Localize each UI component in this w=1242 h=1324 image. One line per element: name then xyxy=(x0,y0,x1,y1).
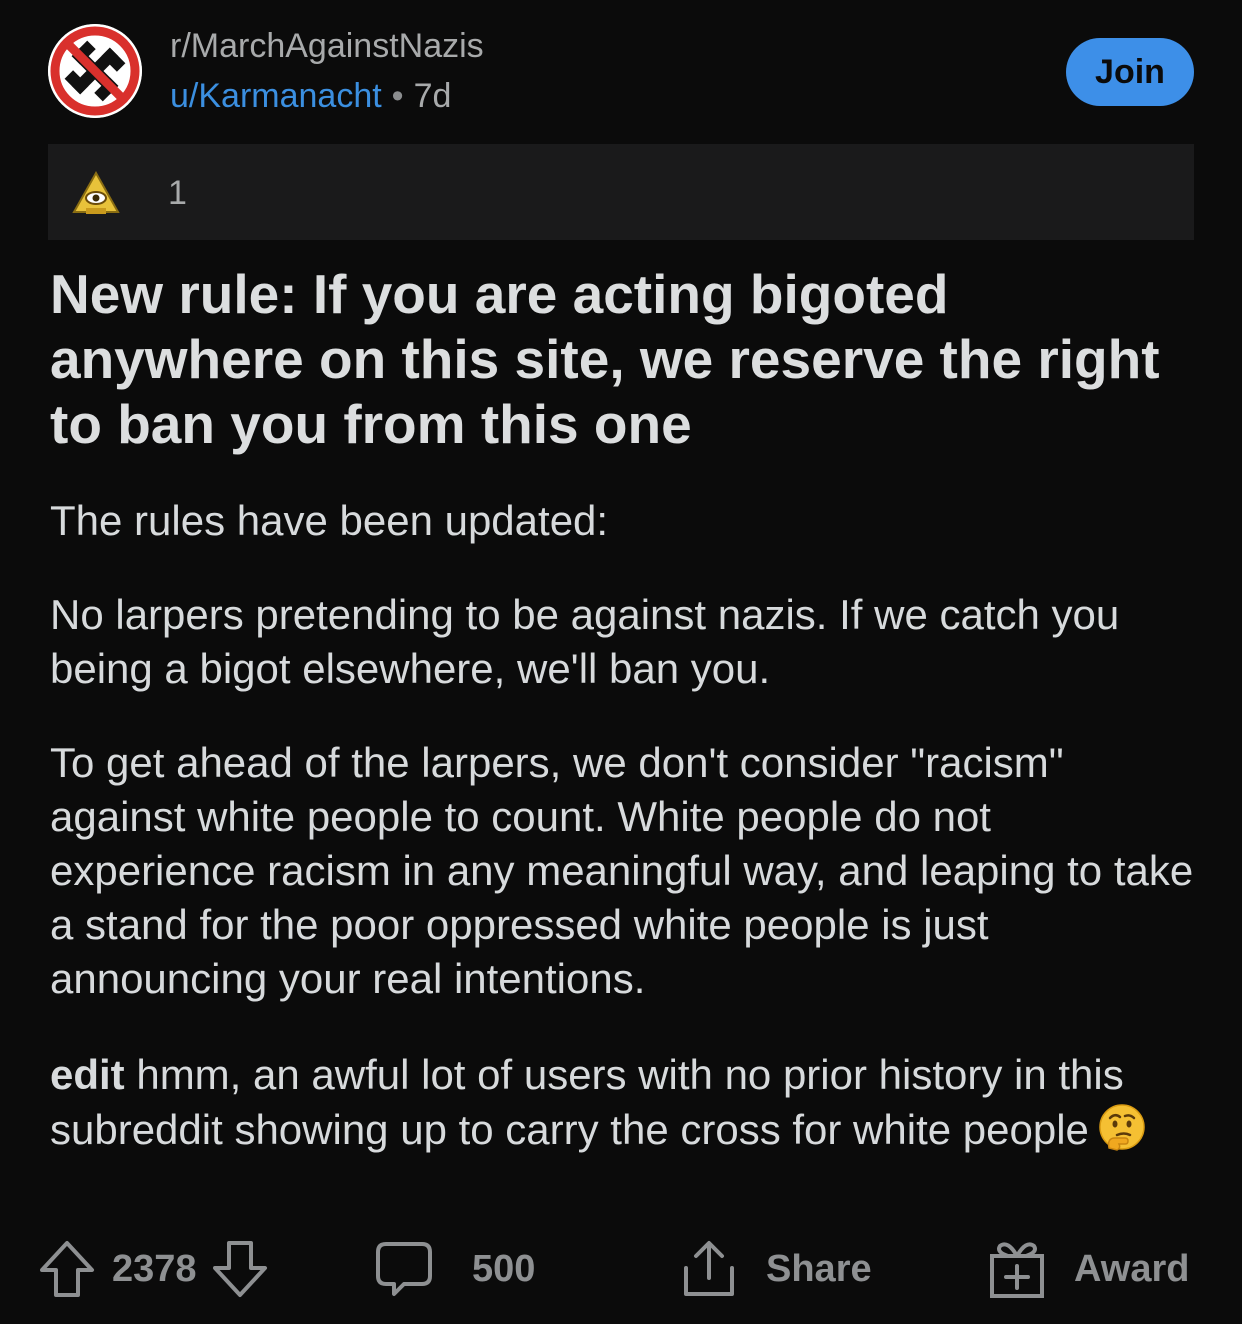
body-paragraph-4: edit hmm, an awful lot of users with no … xyxy=(50,1048,1200,1157)
post-age: 7d xyxy=(413,77,452,115)
post-action-bar: 2378 500 Share Award xyxy=(38,1236,1198,1302)
author-link[interactable]: u/Karmanacht xyxy=(170,77,382,115)
subreddit-name[interactable]: r/MarchAgainstNazis xyxy=(170,24,484,68)
gift-box-icon xyxy=(990,1242,1044,1298)
downvote-arrow-icon[interactable] xyxy=(211,1239,269,1299)
comment-bubble-icon xyxy=(376,1242,432,1296)
thinking-face-emoji xyxy=(1099,1104,1145,1151)
post-header: r/MarchAgainstNazis u/Karmanacht • 7d Join xyxy=(48,24,1194,120)
share-label: Share xyxy=(766,1247,872,1290)
award-button[interactable]: Award xyxy=(986,1236,1189,1302)
upvote-arrow-icon[interactable] xyxy=(38,1239,96,1299)
post-title[interactable]: New rule: If you are acting bigoted anyw… xyxy=(50,262,1200,457)
award-label: Award xyxy=(1074,1247,1190,1290)
share-button[interactable]: Share xyxy=(678,1236,872,1302)
comments-button[interactable]: 500 xyxy=(374,1236,535,1302)
edit-label: edit xyxy=(50,1051,125,1098)
award-count: 1 xyxy=(168,174,187,212)
subreddit-avatar-icon[interactable] xyxy=(48,24,142,118)
vote-group: 2378 xyxy=(38,1236,269,1302)
join-button[interactable]: Join xyxy=(1066,38,1194,106)
edit-text: hmm, an awful lot of users with no prior… xyxy=(50,1051,1124,1153)
awards-bar[interactable]: 1 xyxy=(48,144,1194,240)
meta-separator: • xyxy=(391,77,404,115)
body-paragraph-2: No larpers pretending to be against nazi… xyxy=(50,591,1120,692)
comment-count: 500 xyxy=(472,1247,536,1290)
share-icon xyxy=(684,1241,734,1296)
illuminati-award-icon xyxy=(72,170,120,214)
vote-count: 2378 xyxy=(112,1247,197,1290)
body-paragraph-1: The rules have been updated: xyxy=(50,497,609,544)
body-paragraph-3: To get ahead of the larpers, we don't co… xyxy=(50,739,1194,1002)
post-meta: u/Karmanacht • 7d xyxy=(170,74,451,118)
